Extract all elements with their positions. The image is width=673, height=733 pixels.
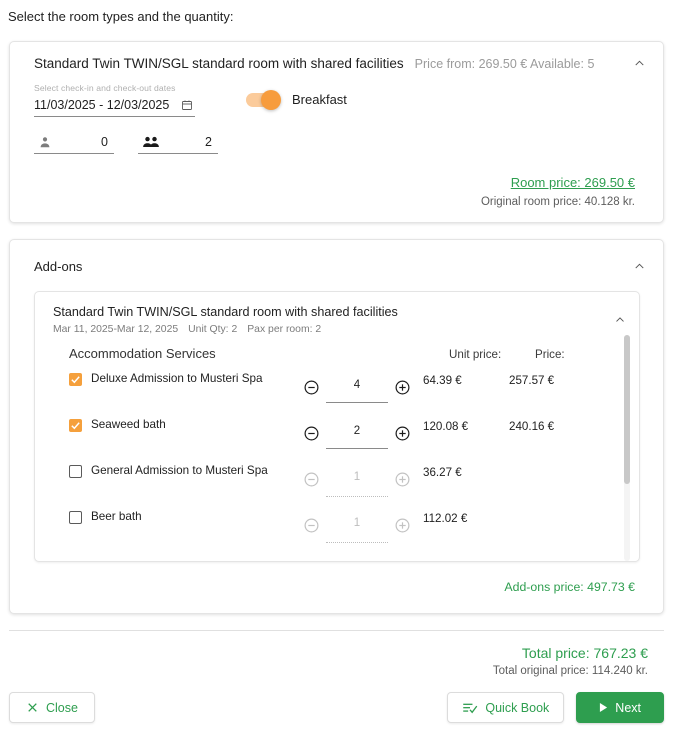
increment-button <box>394 471 411 488</box>
addon-name: Seaweed bath <box>91 418 166 431</box>
decrement-button[interactable] <box>303 379 320 396</box>
breakfast-label: Breakfast <box>292 92 347 107</box>
addon-quantity-stepper: 1 <box>303 464 423 497</box>
addon-unit-price: 64.39 € <box>423 374 462 387</box>
person-icon <box>38 135 52 149</box>
close-button-label: Close <box>46 700 78 715</box>
people-icon <box>142 135 160 149</box>
total-original-price: Total original price: 114.240 kr. <box>492 665 648 677</box>
room-price-block: Room price: 269.50 € Original room price… <box>10 154 663 222</box>
occupancy-counters: 0 2 <box>10 117 663 154</box>
addons-total-block: Add-ons price: 497.73 € <box>10 562 663 613</box>
addons-room-dates: Mar 11, 2025-Mar 12, 2025 <box>53 324 179 335</box>
addon-unit-price: 112.02 € <box>423 512 468 525</box>
date-range-input[interactable]: 11/03/2025 - 12/03/2025 <box>34 98 169 112</box>
calendar-icon[interactable] <box>181 99 193 111</box>
addons-room-group: Standard Twin TWIN/SGL standard room wit… <box>34 291 640 562</box>
addon-name: General Admission to Musteri Spa <box>91 464 268 477</box>
addons-service-list: Accommodation Services Unit price: Price… <box>35 335 639 561</box>
addon-total-price: 257.57 € <box>509 374 555 387</box>
addon-quantity-value[interactable]: 4 <box>326 379 388 403</box>
play-triangle-icon <box>599 702 608 713</box>
addon-checkbox[interactable] <box>69 511 82 524</box>
addon-name: Beer bath <box>91 510 142 523</box>
room-availability-meta: Price from: 269.50 € Available: 5 <box>414 56 595 71</box>
room-type-card: Standard Twin TWIN/SGL standard room wit… <box>9 41 664 223</box>
breakfast-toggle[interactable] <box>246 89 281 110</box>
addons-scrollbar-thumb[interactable] <box>624 335 630 485</box>
addon-checkbox[interactable] <box>69 419 82 432</box>
decrement-button <box>303 517 320 534</box>
addon-row: Deluxe Admission to Musteri Spa 4 64.39 … <box>35 361 639 407</box>
addon-checkbox[interactable] <box>69 373 82 386</box>
addon-checkbox[interactable] <box>69 465 82 478</box>
increment-button <box>394 517 411 534</box>
breakfast-toggle-group[interactable]: Breakfast <box>246 89 347 110</box>
toggle-knob <box>261 89 281 110</box>
column-header-unit-price: Unit price: <box>449 348 502 361</box>
addon-unit-price: 120.08 € <box>423 420 469 433</box>
addon-quantity-value: 1 <box>326 517 388 543</box>
service-group-title: Accommodation Services <box>69 346 216 361</box>
addon-row: Seaweed bath 2 120.08 € 240.16 € <box>35 407 639 453</box>
addon-quantity-stepper: 1 <box>303 510 423 543</box>
room-price-link[interactable]: Room price: 269.50 € <box>511 175 635 190</box>
total-price: Total price: 767.23 € <box>521 645 648 661</box>
room-title: Standard Twin TWIN/SGL standard room wit… <box>34 56 404 71</box>
increment-button[interactable] <box>394 379 411 396</box>
adult-count-value: 0 <box>101 135 108 149</box>
close-x-icon <box>26 701 39 714</box>
room-card-header[interactable]: Standard Twin TWIN/SGL standard room wit… <box>10 42 663 77</box>
next-button[interactable]: Next <box>576 692 664 723</box>
chevron-up-icon[interactable] <box>632 259 647 274</box>
pax-count-value: 2 <box>205 135 212 149</box>
addons-room-meta: Mar 11, 2025-Mar 12, 2025 Unit Qty: 2 Pax … <box>53 324 613 335</box>
adult-count-field[interactable]: 0 <box>34 135 114 154</box>
footer-actions: Close Quick Book Next <box>0 677 673 723</box>
addons-room-unit-qty: Unit Qty: 2 <box>188 324 238 335</box>
addons-column-headers: Accommodation Services Unit price: Price… <box>35 346 639 361</box>
date-range-field[interactable]: Select check-in and check-out dates 11/0… <box>34 83 195 117</box>
addon-total-price <box>509 464 583 466</box>
addons-card: Add-ons Standard Twin TWIN/SGL standard … <box>9 239 664 614</box>
addon-row: Beer bath 1 112.02 € <box>35 499 639 545</box>
addon-quantity-value[interactable]: 2 <box>326 425 388 449</box>
addons-total-price: Add-ons price: 497.73 € <box>504 580 635 594</box>
decrement-button <box>303 471 320 488</box>
addon-name: Deluxe Admission to Musteri Spa <box>91 372 263 385</box>
date-range-label: Select check-in and check-out dates <box>34 83 176 93</box>
addons-title: Add-ons <box>34 259 83 274</box>
next-button-label: Next <box>615 700 641 715</box>
addons-room-pax: Pax per room: 2 <box>247 324 322 335</box>
booking-room-selection-page: Select the room types and the quantity: … <box>0 0 673 733</box>
increment-button[interactable] <box>394 425 411 442</box>
quick-book-button-label: Quick Book <box>485 700 550 715</box>
addon-quantity-stepper: 4 <box>303 372 423 403</box>
chevron-up-icon[interactable] <box>613 305 627 335</box>
addons-card-header[interactable]: Add-ons <box>10 240 663 274</box>
column-header-price: Price: <box>535 348 565 361</box>
addon-quantity-value: 1 <box>326 471 388 497</box>
quick-book-button[interactable]: Quick Book <box>447 692 565 723</box>
page-title: Select the room types and the quantity: <box>8 9 234 24</box>
list-check-icon <box>462 701 478 715</box>
pax-count-field[interactable]: 2 <box>138 135 218 154</box>
decrement-button[interactable] <box>303 425 320 442</box>
addons-room-title: Standard Twin TWIN/SGL standard room wit… <box>53 305 398 319</box>
addons-scrollbar[interactable] <box>624 335 630 561</box>
addon-total-price: 240.16 € <box>509 420 555 433</box>
addon-row: General Admission to Musteri Spa 1 36.27… <box>35 453 639 499</box>
room-card-body: Select check-in and check-out dates 11/0… <box>10 77 663 117</box>
addon-unit-price: 36.27 € <box>423 466 462 479</box>
addon-quantity-stepper: 2 <box>303 418 423 449</box>
addon-total-price <box>509 510 583 512</box>
grand-total-block: Total price: 767.23 € Total original pri… <box>0 631 673 677</box>
addons-room-group-header[interactable]: Standard Twin TWIN/SGL standard room wit… <box>35 292 639 335</box>
close-button[interactable]: Close <box>9 692 95 723</box>
room-original-price: Original room price: 40.128 kr. <box>480 196 635 208</box>
chevron-up-icon[interactable] <box>632 56 647 71</box>
